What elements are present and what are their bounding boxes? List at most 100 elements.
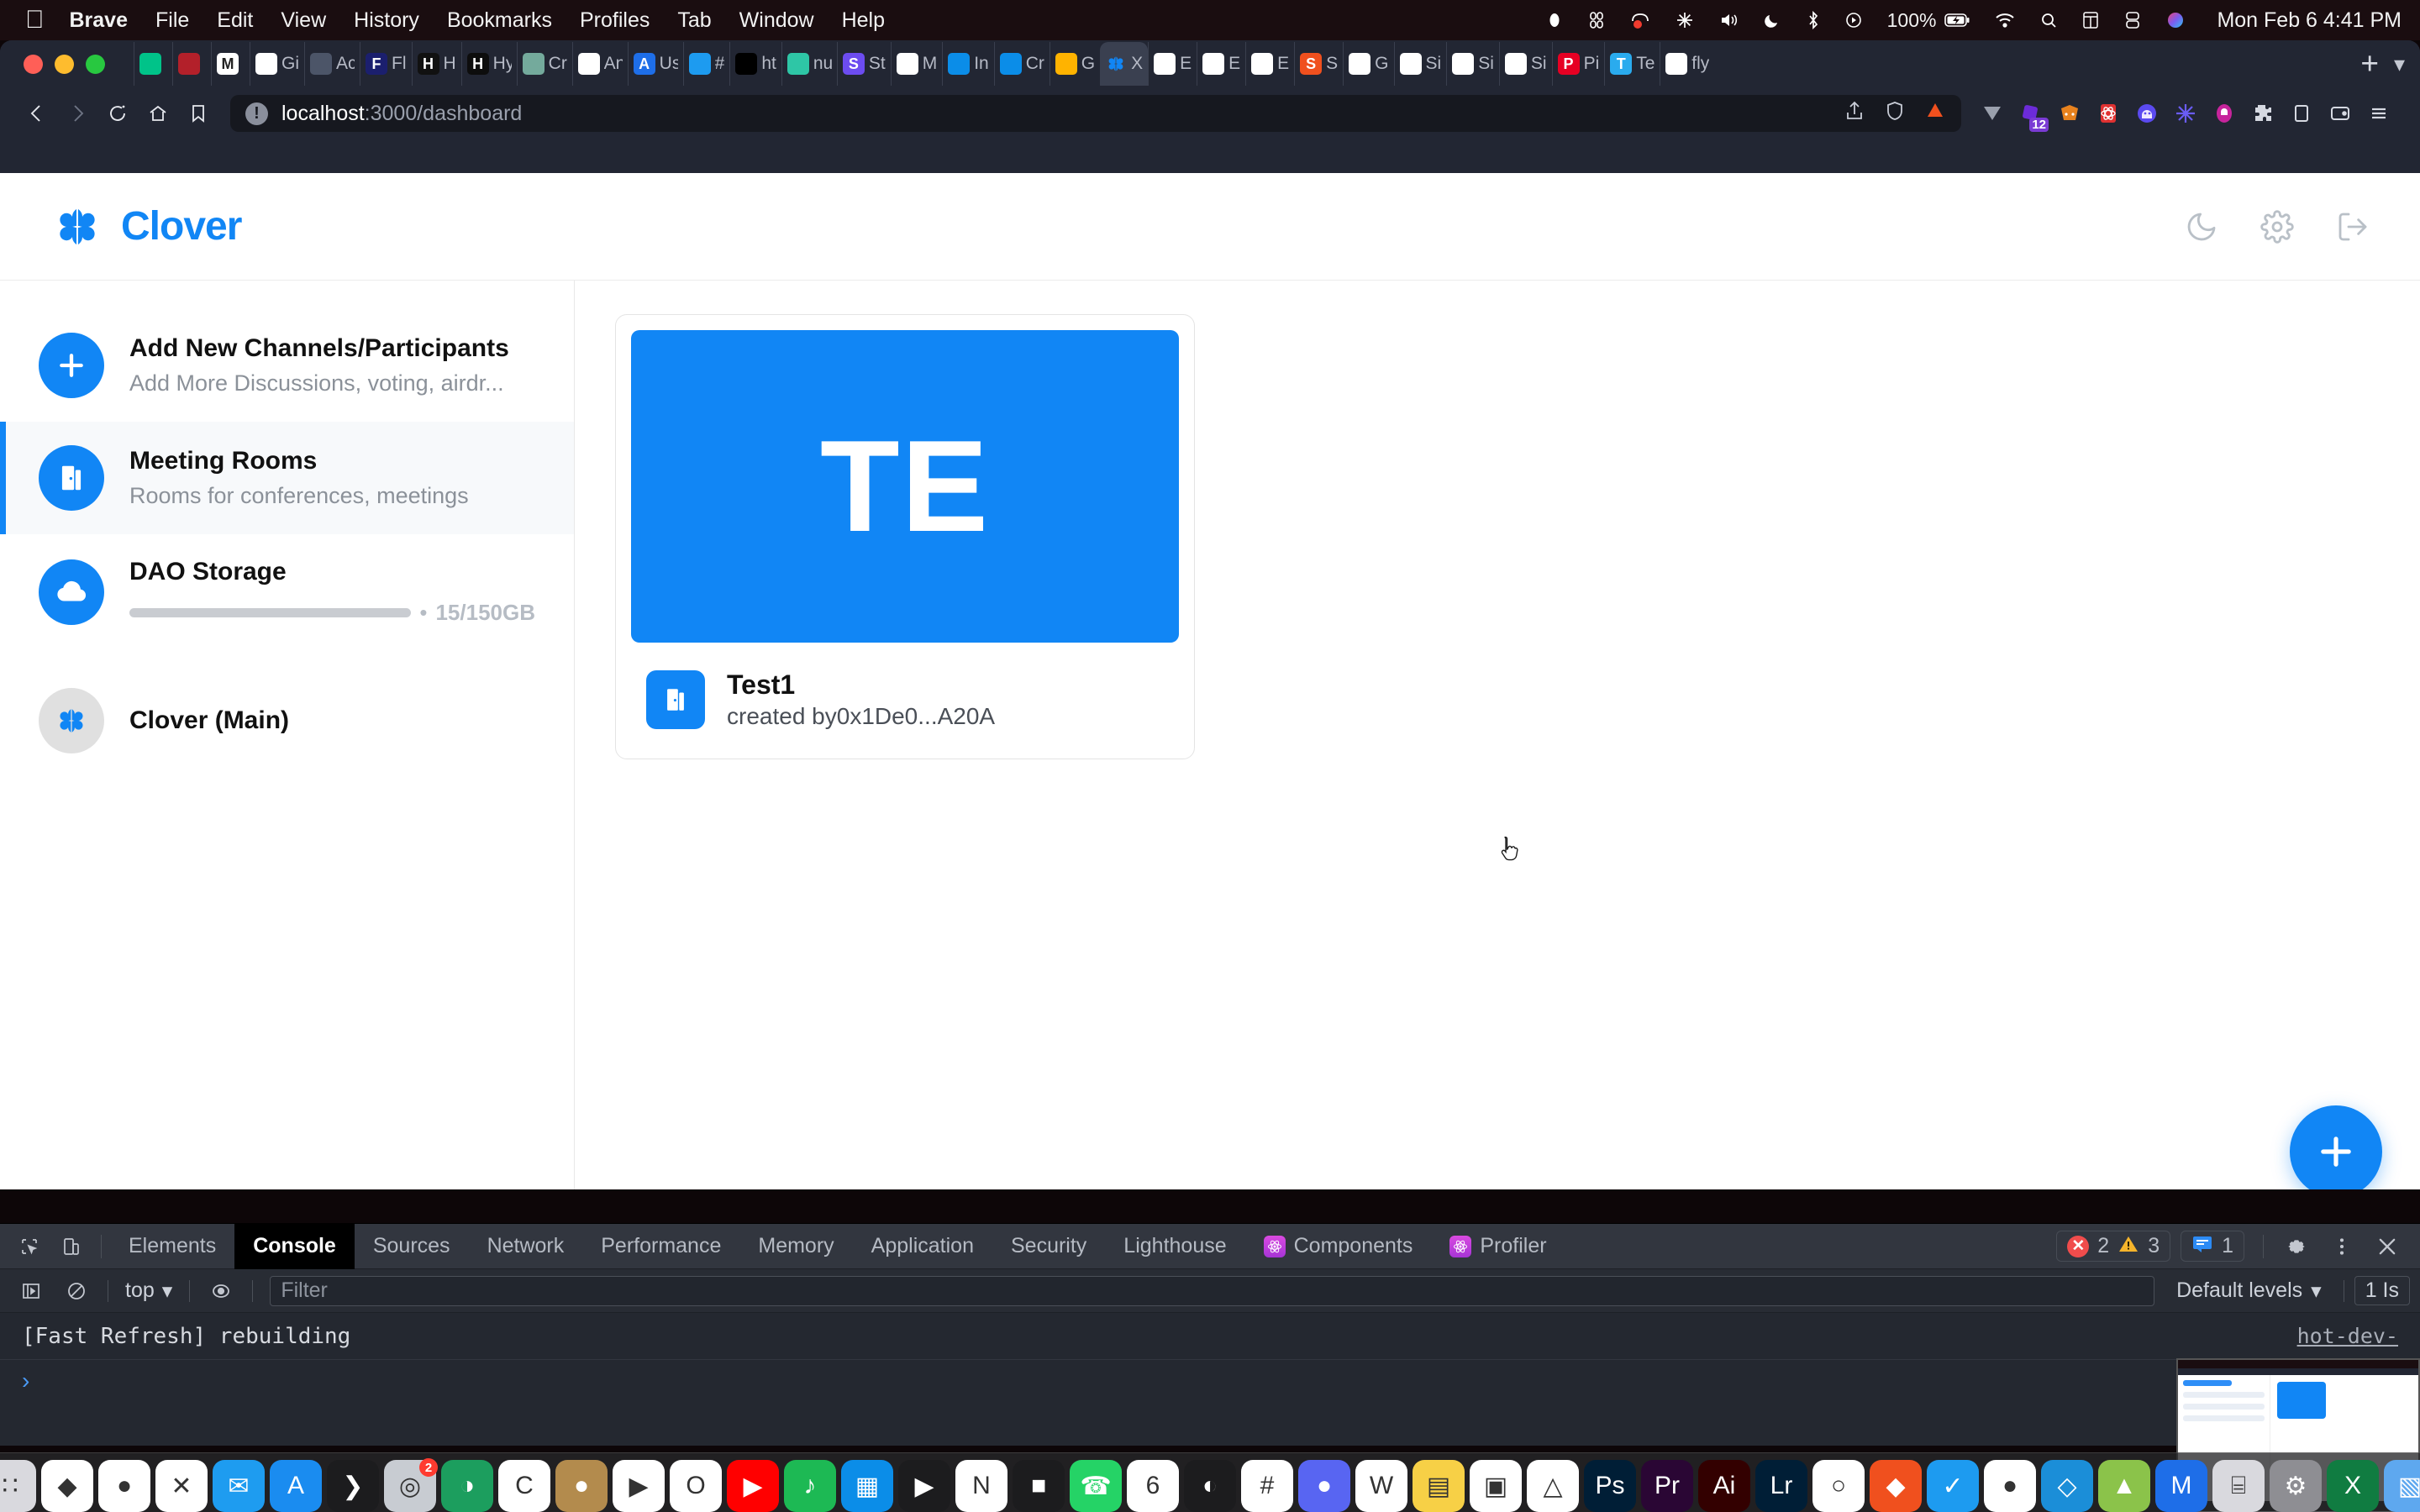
dock-app-trello[interactable]: ▦ — [841, 1460, 893, 1512]
browser-tab[interactable] — [172, 42, 211, 86]
info-counter[interactable]: 1 — [2181, 1231, 2244, 1262]
browser-tab[interactable]: P Pi — [1551, 42, 1605, 86]
dock-app-twitter[interactable]: ✓ — [1927, 1460, 1979, 1512]
maximize-window-button[interactable] — [86, 54, 105, 74]
console-prompt[interactable]: › — [0, 1360, 2420, 1402]
console-levels-dropdown[interactable]: Default levels ▾ — [2165, 1278, 2333, 1304]
browser-tab[interactable]: T Te — [1604, 42, 1660, 86]
bookmark-button[interactable] — [178, 93, 218, 134]
menu-item-history[interactable]: History — [354, 8, 419, 33]
menu-item-edit[interactable]: Edit — [217, 8, 253, 33]
wallet-ext-icon[interactable] — [2321, 94, 2360, 133]
dock-app-arc[interactable]: ○ — [1812, 1460, 1865, 1512]
browser-tab[interactable]: Si — [1498, 42, 1552, 86]
bluetooth-icon[interactable] — [1807, 11, 1820, 29]
issues-badge[interactable]: 1 Is — [2354, 1276, 2410, 1305]
tab-search-chevron-icon[interactable]: ▾ — [2394, 51, 2405, 77]
dock-app-quicktime[interactable]: ▶ — [898, 1460, 950, 1512]
dock-app-premiere[interactable]: Pr — [1641, 1460, 1693, 1512]
dock-app-vscode[interactable]: ✕ — [155, 1460, 208, 1512]
minimize-window-button[interactable] — [55, 54, 74, 74]
browser-tab[interactable]: ht — [729, 42, 781, 86]
console-context-selector[interactable]: top ▾ — [118, 1278, 179, 1304]
app-logo[interactable]: Clover — [50, 200, 242, 254]
close-devtools-icon[interactable] — [2366, 1227, 2408, 1266]
browser-tab[interactable]: AUs — [627, 42, 683, 86]
brave-rewards-icon[interactable] — [1924, 100, 1946, 128]
sticker-ext-icon[interactable]: 12 — [2012, 94, 2050, 133]
play-circle-icon[interactable] — [1845, 12, 1862, 29]
dock-app-illustrator[interactable]: Ai — [1698, 1460, 1750, 1512]
do-not-disturb-moon-icon[interactable] — [1764, 12, 1781, 29]
browser-tab[interactable] — [134, 42, 172, 86]
dock-app-contacts[interactable]: ● — [555, 1460, 608, 1512]
browser-tab[interactable]: E — [1197, 42, 1245, 86]
apple-menu-icon[interactable]:  — [25, 8, 45, 33]
browser-tab[interactable]: M — [890, 42, 943, 86]
dock-app-messages[interactable]: M — [2155, 1460, 2207, 1512]
devtools-tab-console[interactable]: Console — [234, 1223, 355, 1269]
dock-app-whatsapp[interactable]: ☎ — [1070, 1460, 1122, 1512]
menu-item-file[interactable]: File — [155, 8, 189, 33]
browser-tab[interactable]: Cr — [516, 42, 572, 86]
devtools-tab-elements[interactable]: Elements — [110, 1224, 234, 1269]
metamask-ext-icon[interactable] — [2050, 94, 2089, 133]
dock-app-notion[interactable]: N — [955, 1460, 1007, 1512]
browser-tab[interactable]: G — [1343, 42, 1393, 86]
dock-app-brave2[interactable]: ◆ — [1870, 1460, 1922, 1512]
dock-app-zoom[interactable]: ▣ — [1470, 1460, 1522, 1512]
console-filter-input[interactable]: Filter — [270, 1275, 2155, 1306]
devtools-tab-sources[interactable]: Sources — [355, 1224, 469, 1269]
browser-tab-active[interactable]: X — [1100, 42, 1149, 86]
sidebar-ext-icon[interactable] — [2282, 94, 2321, 133]
vercel-ext-icon[interactable] — [1973, 94, 2012, 133]
console-output[interactable]: [Fast Refresh] rebuilding hot-dev- › — [0, 1313, 2420, 1512]
dock-app-safari[interactable]: ◎ 2 — [384, 1458, 438, 1512]
dark-mode-icon[interactable] — [2185, 210, 2218, 244]
devtools-tab-application[interactable]: Application — [853, 1224, 992, 1269]
browser-tab[interactable]: E — [1245, 42, 1294, 86]
dock-app-gradient-app[interactable]: ▲ — [2098, 1460, 2150, 1512]
wifi-icon[interactable] — [1995, 13, 2015, 28]
menu-item-bookmarks[interactable]: Bookmarks — [447, 8, 552, 33]
notification-center-icon[interactable] — [2124, 11, 2141, 29]
logout-icon[interactable] — [2336, 210, 2370, 244]
browser-tab[interactable]: M — [211, 42, 250, 86]
console-message[interactable]: [Fast Refresh] rebuilding hot-dev- — [0, 1313, 2420, 1360]
clear-console-icon[interactable] — [55, 1272, 97, 1310]
menu-bar-clock[interactable]: Mon Feb 6 4:41 PM — [2217, 8, 2402, 33]
browser-tab[interactable]: SS — [1294, 42, 1343, 86]
dock-app-terminal[interactable]: ❯ — [327, 1460, 379, 1512]
browser-tab[interactable]: E — [1148, 42, 1197, 86]
live-expression-icon[interactable] — [200, 1272, 242, 1310]
dock-app-google-meet[interactable]: ▶ — [613, 1460, 665, 1512]
browser-tab[interactable]: An — [571, 42, 628, 86]
dock-app-launchpad[interactable]: ∷ — [0, 1460, 36, 1512]
forward-button[interactable] — [57, 93, 97, 134]
snowflake-icon[interactable] — [1676, 11, 1694, 29]
console-message-source[interactable]: hot-dev- — [2297, 1324, 2398, 1348]
dock-app-terminal2[interactable]: ⌸ — [2212, 1460, 2265, 1512]
browser-tab[interactable]: HHy — [460, 42, 517, 86]
dock-app-facetime[interactable]: ■ — [1013, 1460, 1065, 1512]
settings-icon[interactable] — [2260, 209, 2294, 244]
dock-app-figma[interactable]: ◐ — [1184, 1460, 1236, 1512]
dock-app-appstore[interactable]: A — [270, 1460, 322, 1512]
dock-app-word[interactable]: W — [1355, 1460, 1407, 1512]
devtools-tab-security[interactable]: Security — [992, 1224, 1105, 1269]
dock-app-postman[interactable]: ◑ — [441, 1460, 493, 1512]
devtools-tab-performance[interactable]: Performance — [582, 1224, 739, 1269]
menu-item-profiles[interactable]: Profiles — [580, 8, 650, 33]
menu-item-help[interactable]: Help — [842, 8, 885, 33]
create-room-button[interactable] — [2290, 1105, 2382, 1189]
room-thumbnail[interactable]: TE — [631, 330, 1179, 643]
browser-tab[interactable]: S St — [836, 42, 891, 86]
dock-app-mail[interactable]: ✉ — [213, 1460, 265, 1512]
devtools-tab-profiler[interactable]: Profiler — [1431, 1224, 1565, 1269]
react-devtools-ext-icon[interactable] — [2089, 94, 2128, 133]
dock-app-cursor-app[interactable]: C — [498, 1460, 550, 1512]
dock-app-brave[interactable]: ◆ — [41, 1460, 93, 1512]
dock-app-lightroom[interactable]: Lr — [1755, 1460, 1807, 1512]
browser-tab[interactable]: In — [942, 42, 994, 86]
search-icon[interactable] — [2040, 12, 2057, 29]
